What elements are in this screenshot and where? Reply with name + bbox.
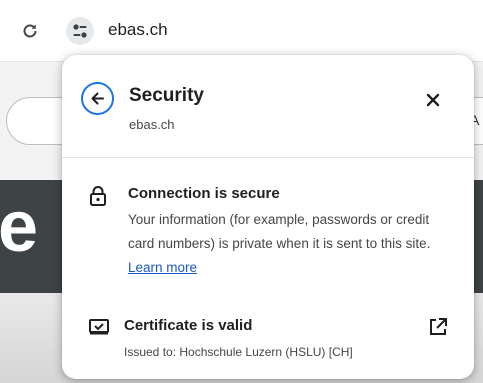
external-link-icon[interactable] [428,317,448,337]
close-button[interactable] [421,88,445,112]
connection-title: Connection is secure [128,185,280,202]
back-button[interactable] [81,82,114,115]
divider [62,157,474,158]
certificate-icon [89,319,109,335]
url-text[interactable]: ebas.ch [108,20,168,40]
reload-icon[interactable] [20,21,40,41]
lock-icon [90,186,106,206]
popup-title: Security [129,85,204,106]
browser-toolbar: ebas.ch [0,0,483,62]
close-icon [426,93,440,107]
security-popup: Security ebas.ch Connection is secure Yo… [62,55,474,379]
site-settings-icon [73,24,87,38]
back-arrow-icon [91,92,104,105]
popup-subtitle: ebas.ch [129,117,175,132]
certificate-issued-to: Issued to: Hochschule Luzern (HSLU) [CH] [124,345,353,359]
connection-description: Your information (for example, passwords… [128,208,458,280]
certificate-title[interactable]: Certificate is valid [124,317,252,334]
connection-body-text: Your information (for example, passwords… [128,212,431,251]
hero-logo-text: e [0,187,38,267]
learn-more-link[interactable]: Learn more [128,260,197,275]
site-settings-button[interactable] [66,17,94,45]
